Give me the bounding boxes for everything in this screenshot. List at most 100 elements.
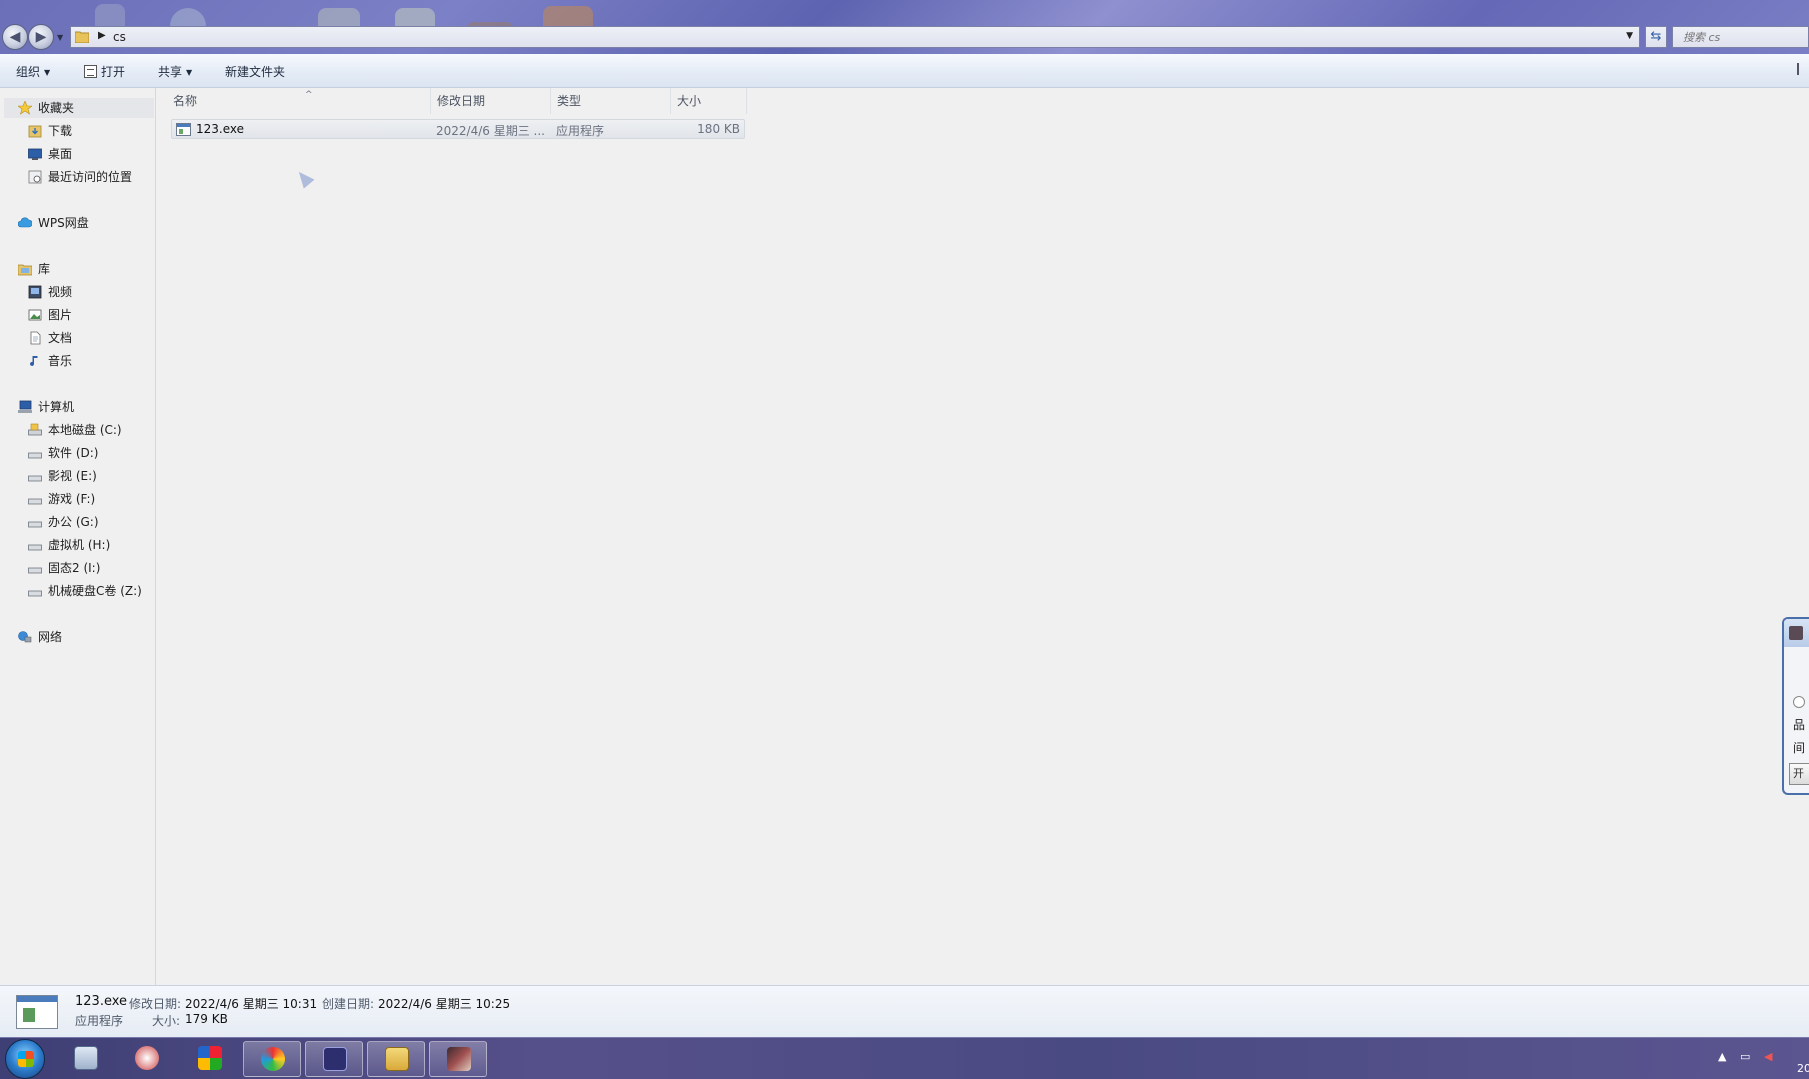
detail-created-label: 创建日期: (322, 997, 375, 1011)
address-bar[interactable]: ▶ cs ▼ (70, 26, 1640, 48)
nav-label: 影视 (E:) (48, 469, 97, 483)
refresh-button[interactable]: ⇆ (1645, 26, 1667, 48)
nav-label: 音乐 (48, 354, 73, 368)
panel-header[interactable] (1784, 619, 1809, 647)
system-drive-icon (28, 423, 42, 436)
file-row[interactable]: 123.exe 2022/4/6 星期三 ... 应用程序 180 KB (171, 119, 745, 139)
floating-side-panel[interactable]: 品 间 开 (1782, 617, 1809, 795)
clock[interactable]: 20 (1797, 1062, 1809, 1075)
hard-drive-icon (28, 590, 42, 597)
open-button[interactable]: 打开 (84, 63, 125, 80)
detail-type: 应用程序 (75, 1014, 124, 1028)
store-icon (198, 1046, 222, 1070)
star-icon (18, 101, 32, 115)
video-icon (28, 285, 42, 299)
column-header-label: 大小 (677, 94, 702, 108)
panel-button[interactable]: 开 (1789, 763, 1809, 785)
detail-size-label: 大小: (152, 1014, 181, 1028)
open-label: 打开 (101, 65, 126, 79)
column-header-label: 类型 (557, 94, 582, 108)
library-icon (18, 264, 32, 276)
browser-icon (261, 1047, 285, 1071)
detail-modified-label: 修改日期: (129, 997, 182, 1011)
search-input[interactable] (1673, 27, 1808, 47)
search-box[interactable] (1672, 26, 1809, 48)
column-header-name[interactable]: 名称 ^ (167, 88, 431, 114)
new-folder-button[interactable]: 新建文件夹 (225, 63, 285, 80)
view-options-icon[interactable] (1797, 63, 1809, 75)
forward-button[interactable]: ▶ (28, 24, 54, 50)
app-icon (1789, 626, 1803, 640)
nav-label: 视频 (48, 285, 73, 299)
nav-label: 虚拟机 (H:) (48, 538, 111, 552)
taskbar-app-calculator[interactable] (57, 1041, 115, 1077)
hard-drive-icon (28, 498, 42, 505)
computer-icon (18, 400, 32, 413)
breadcrumb-item[interactable]: cs (113, 30, 126, 44)
volume-muted-icon[interactable]: ◀ (1764, 1050, 1772, 1063)
taskbar-app-game[interactable] (429, 1041, 487, 1077)
hard-drive-icon (28, 544, 42, 551)
cloud-icon (18, 217, 32, 228)
breadcrumb-separator-icon[interactable]: ▶ (98, 30, 106, 41)
music-note-icon (30, 356, 38, 366)
nav-label: 库 (38, 262, 51, 276)
command-bar: 组织 ▼ 打开 共享 ▼ 新建文件夹 (0, 54, 1809, 88)
tools-icon (135, 1046, 159, 1070)
file-size: 180 KB (697, 122, 740, 136)
sort-ascending-icon: ^ (305, 90, 313, 100)
details-pane: 123.exe 修改日期: 2022/4/6 星期三 10:31 创建日期: 2… (0, 985, 1809, 1037)
taskbar: ▲ ▭ ◀ 20 (0, 1037, 1809, 1079)
organize-menu[interactable]: 组织 ▼ (16, 63, 50, 80)
radio-button[interactable] (1793, 696, 1805, 708)
taskbar-app-tools[interactable] (118, 1041, 176, 1077)
nav-label: 收藏夹 (38, 101, 75, 115)
file-modified: 2022/4/6 星期三 ... (436, 124, 545, 138)
recent-pages-dropdown[interactable]: ▼ (57, 33, 65, 42)
start-button[interactable] (5, 1039, 45, 1079)
file-type: 应用程序 (556, 124, 605, 138)
recent-places-icon (28, 170, 42, 184)
nav-label: 下载 (48, 124, 73, 138)
calculator-icon (74, 1046, 98, 1070)
open-icon (84, 65, 97, 78)
back-button[interactable]: ◀ (2, 24, 28, 50)
nav-label: 办公 (G:) (48, 515, 99, 529)
file-list-area[interactable]: 名称 ^ 修改日期 类型 大小 123.exe 2022/4/6 星期三 ...… (157, 88, 1809, 985)
new-folder-label: 新建文件夹 (225, 65, 286, 79)
column-header-modified[interactable]: 修改日期 (431, 88, 551, 114)
panel-text: 品 (1793, 718, 1806, 732)
nav-label: 软件 (D:) (48, 446, 99, 460)
nav-label: 最近访问的位置 (48, 170, 133, 184)
column-header-size[interactable]: 大小 (671, 88, 747, 114)
navigation-pane: 收藏夹 下载 桌面 最近访问的位置 WPS网盘 库 视频 图片 文档 音乐 计算… (0, 88, 156, 985)
taskbar-app-store[interactable] (181, 1041, 239, 1077)
hard-drive-icon (28, 452, 42, 459)
nav-label: 机械硬盘C卷 (Z:) (48, 584, 142, 598)
tray-expand-icon[interactable]: ▲ (1718, 1050, 1726, 1063)
window-titlebar: ◀ ▶ ▼ ▶ cs ▼ ⇆ (0, 0, 1809, 54)
nav-label: 图片 (48, 308, 73, 322)
detail-created-value: 2022/4/6 星期三 10:25 (378, 997, 511, 1011)
hard-drive-icon (28, 567, 42, 574)
folder-icon (385, 1047, 409, 1071)
taskbar-app-infinity[interactable] (305, 1041, 363, 1077)
desktop-icon (28, 148, 42, 160)
nav-label: 计算机 (38, 400, 75, 414)
share-menu[interactable]: 共享 ▼ (158, 63, 192, 80)
taskbar-app-browser[interactable] (243, 1041, 301, 1077)
network-tray-icon[interactable]: ▭ (1740, 1050, 1750, 1063)
hard-drive-icon (28, 475, 42, 482)
taskbar-app-explorer[interactable] (367, 1041, 425, 1077)
nav-label: 本地磁盘 (C:) (48, 423, 122, 437)
nav-label: 桌面 (48, 147, 73, 161)
detail-size-value: 179 KB (185, 1012, 228, 1026)
picture-icon (28, 309, 42, 321)
file-name: 123.exe (196, 122, 245, 136)
application-thumbnail-icon (16, 995, 58, 1029)
download-folder-icon (28, 125, 42, 138)
network-icon (18, 631, 32, 643)
address-dropdown-icon[interactable]: ▼ (1626, 31, 1633, 41)
column-header-type[interactable]: 类型 (551, 88, 671, 114)
nav-label: WPS网盘 (38, 216, 89, 230)
